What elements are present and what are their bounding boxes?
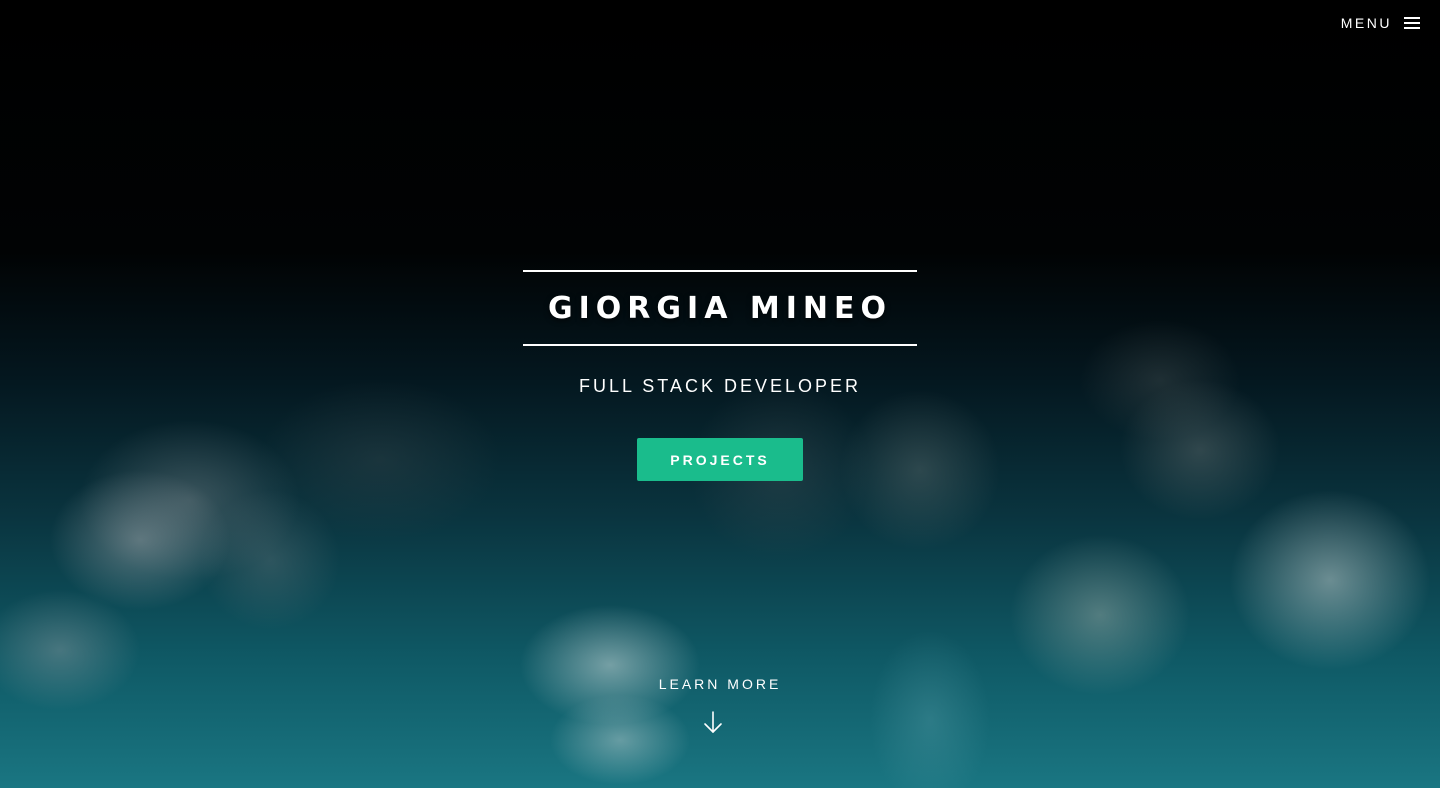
hamburger-icon — [1404, 16, 1420, 30]
projects-button[interactable]: PROJECTS — [637, 438, 803, 481]
title-frame: GIORGIA MINEO — [523, 270, 917, 346]
menu-button[interactable]: MENU — [1341, 15, 1420, 31]
learn-more-label: LEARN MORE — [658, 676, 782, 692]
role-subtitle: FULL STACK DEVELOPER — [578, 376, 862, 396]
hero-section: MENU GIORGIA MINEO FULL STACK DEVELOPER … — [0, 0, 1440, 788]
learn-more-link[interactable]: LEARN MORE — [0, 676, 1440, 694]
arrow-down-icon[interactable] — [702, 710, 724, 736]
menu-label: MENU — [1340, 15, 1392, 31]
page-title: GIORGIA MINEO — [548, 290, 892, 326]
